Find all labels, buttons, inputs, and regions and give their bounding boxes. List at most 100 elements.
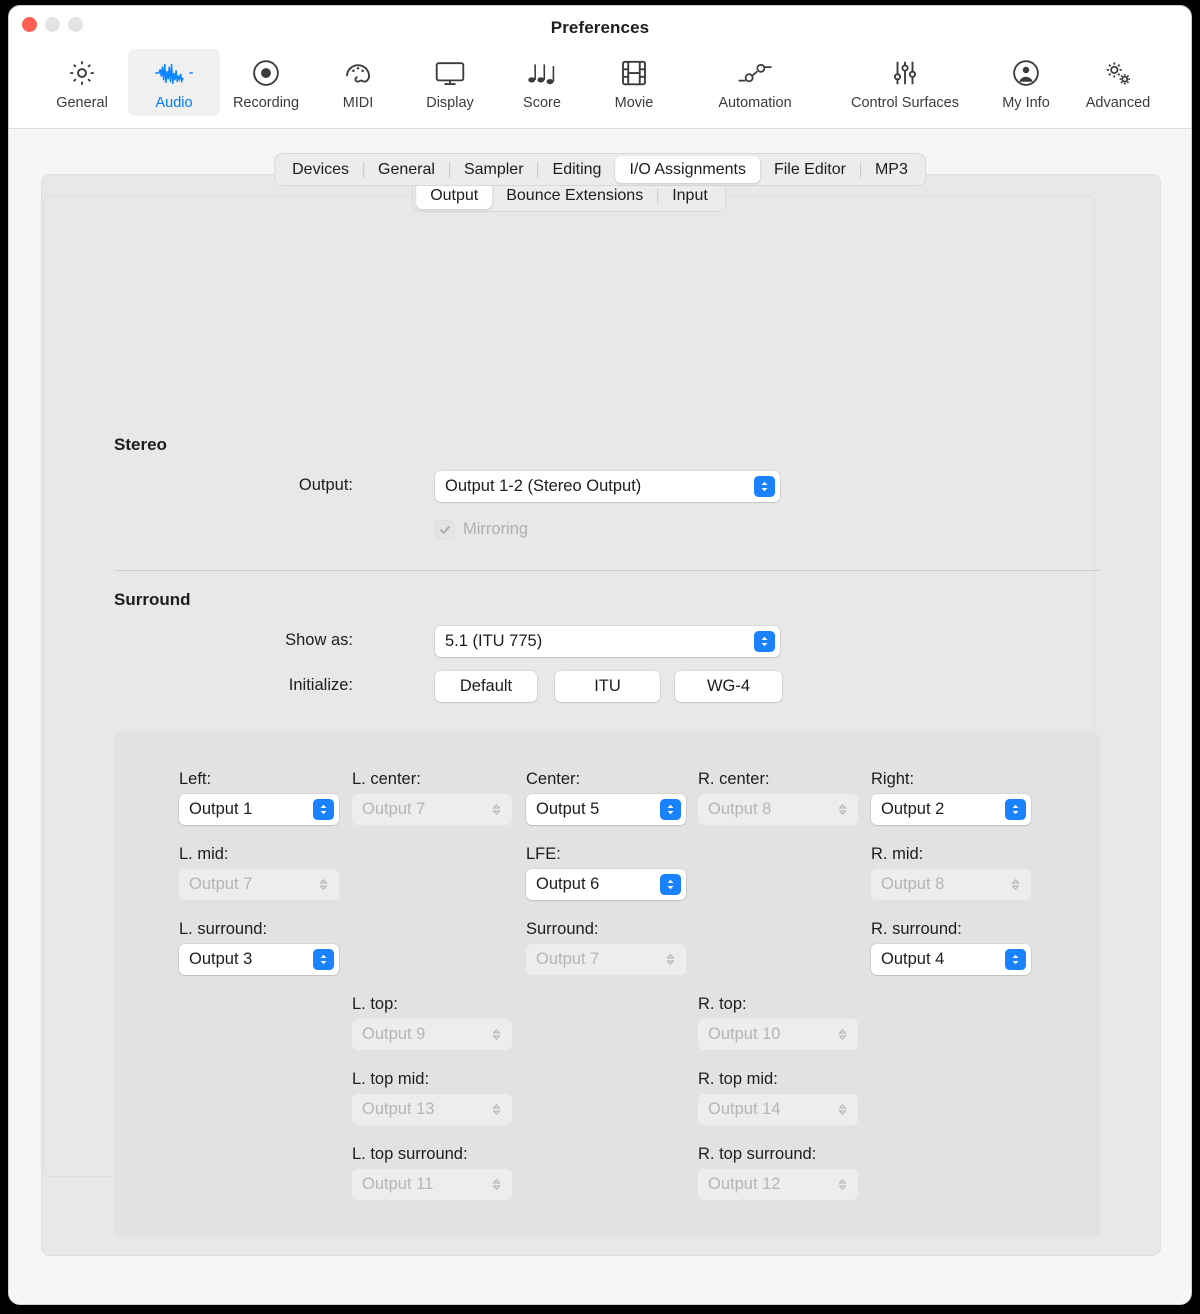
stepper-arrows-icon[interactable] xyxy=(660,874,681,895)
channel-r-top-surround-select: Output 12 xyxy=(698,1169,858,1200)
stepper-arrows-icon[interactable] xyxy=(660,799,681,820)
stepper-arrows-icon xyxy=(832,1099,853,1120)
tab-sampler[interactable]: Sampler xyxy=(450,156,538,183)
initialize-wg4-button[interactable]: WG-4 xyxy=(675,671,782,702)
channel-right: Right: Output 2 xyxy=(871,770,1031,825)
toolbar-item-label: Automation xyxy=(718,95,792,111)
channel-value: Output 5 xyxy=(536,800,600,818)
stepper-arrows-icon[interactable] xyxy=(313,949,334,970)
toolbar-item-general[interactable]: General xyxy=(36,49,128,116)
toolbar-item-audio[interactable]: Audio xyxy=(128,49,220,116)
channel-r-top: R. top: Output 10 xyxy=(698,995,858,1050)
section-divider xyxy=(114,570,1100,571)
preferences-window: Preferences General Audio Recording MIDI… xyxy=(8,5,1192,1305)
tab-general[interactable]: General xyxy=(364,156,449,183)
filmstrip-icon xyxy=(620,56,648,90)
stepper-arrows-icon[interactable] xyxy=(1005,799,1026,820)
channel-label: R. surround: xyxy=(871,920,962,938)
mirroring-checkbox[interactable] xyxy=(436,520,454,539)
channel-center: Center: Output 5 xyxy=(526,770,686,825)
show-as-value: 5.1 (ITU 775) xyxy=(445,632,543,650)
channel-l-top-select: Output 9 xyxy=(352,1019,512,1050)
channel-l-top-mid-select: Output 13 xyxy=(352,1094,512,1125)
channel-value: Output 7 xyxy=(536,950,600,968)
mirroring-label: Mirroring xyxy=(463,520,529,538)
channel-r-surround-select[interactable]: Output 4 xyxy=(871,944,1031,975)
stereo-heading: Stereo xyxy=(114,435,167,454)
toolbar-item-label: Score xyxy=(523,95,561,111)
preferences-toolbar: General Audio Recording MIDI Display Sco… xyxy=(9,49,1191,116)
toolbar-item-advanced[interactable]: Advanced xyxy=(1072,49,1164,116)
show-as-label: Show as: xyxy=(285,631,353,649)
subtab-output[interactable]: Output xyxy=(416,182,493,209)
channel-label: L. top mid: xyxy=(352,1070,430,1088)
channel-right-select[interactable]: Output 2 xyxy=(871,794,1031,825)
channel-surround: Surround: Output 7 xyxy=(526,920,686,975)
stepper-arrows-icon xyxy=(660,949,681,970)
toolbar-item-label: Recording xyxy=(232,95,300,111)
channel-value: Output 10 xyxy=(708,1025,781,1043)
channel-r-top-select: Output 10 xyxy=(698,1019,858,1050)
channel-l-top-mid: L. top mid: Output 13 xyxy=(352,1070,512,1125)
mirroring-checkbox-row[interactable]: Mirroring xyxy=(436,520,528,539)
channel-r-mid: R. mid: Output 8 xyxy=(871,845,1031,900)
surround-channel-grid: Left: Output 1 L. center: Output 7 Cente… xyxy=(114,732,1100,1239)
channel-left-select[interactable]: Output 1 xyxy=(179,794,339,825)
tab-devices[interactable]: Devices xyxy=(278,156,363,183)
toolbar-item-display[interactable]: Display xyxy=(404,49,496,116)
toolbar-item-label: Advanced xyxy=(1085,95,1151,111)
stepper-arrows-icon xyxy=(486,1174,507,1195)
toolbar-item-automation[interactable]: Automation xyxy=(680,49,830,116)
channel-l-surround-select[interactable]: Output 3 xyxy=(179,944,339,975)
initialize-default-button[interactable]: Default xyxy=(435,671,537,702)
toolbar-item-label: Display xyxy=(426,95,474,111)
toolbar-item-label: MIDI xyxy=(342,95,374,111)
stereo-output-label: Output: xyxy=(298,476,353,494)
toolbar-item-midi[interactable]: MIDI xyxy=(312,49,404,116)
initialize-itu-button[interactable]: ITU xyxy=(555,671,660,702)
channel-label: R. top surround: xyxy=(698,1145,817,1163)
channel-label: Surround: xyxy=(526,920,599,938)
tab-file-editor[interactable]: File Editor xyxy=(760,156,860,183)
toolbar-item-label: My Info xyxy=(1002,95,1050,111)
stereo-output-value: Output 1-2 (Stereo Output) xyxy=(445,477,642,495)
double-gear-icon xyxy=(1102,56,1134,90)
gear-icon xyxy=(67,56,97,90)
channel-value: Output 2 xyxy=(881,800,945,818)
stepper-arrows-icon[interactable] xyxy=(754,476,775,497)
channel-l-mid: L. mid: Output 7 xyxy=(179,845,339,900)
stepper-arrows-icon xyxy=(486,1099,507,1120)
channel-value: Output 9 xyxy=(362,1025,426,1043)
toolbar-item-recording[interactable]: Recording xyxy=(220,49,312,116)
music-notes-icon xyxy=(526,56,558,90)
subtab-bounce-extensions[interactable]: Bounce Extensions xyxy=(492,182,657,209)
channel-label: R. top: xyxy=(698,995,747,1013)
channel-label: R. top mid: xyxy=(698,1070,778,1088)
toolbar-item-my-info[interactable]: My Info xyxy=(980,49,1072,116)
channel-l-top: L. top: Output 9 xyxy=(352,995,512,1050)
channel-r-top-mid: R. top mid: Output 14 xyxy=(698,1070,858,1125)
initialize-label: Initialize: xyxy=(288,676,353,694)
channel-value: Output 7 xyxy=(189,875,253,893)
tab-io-assignments[interactable]: I/O Assignments xyxy=(615,156,760,183)
toolbar-item-control-surfaces[interactable]: Control Surfaces xyxy=(830,49,980,116)
subtab-input[interactable]: Input xyxy=(658,182,722,209)
toolbar-item-label: Movie xyxy=(614,95,654,111)
toolbar-item-score[interactable]: Score xyxy=(496,49,588,116)
stepper-arrows-icon[interactable] xyxy=(313,799,334,820)
toolbar-item-movie[interactable]: Movie xyxy=(588,49,680,116)
waveform-icon xyxy=(154,56,194,90)
channel-r-mid-select: Output 8 xyxy=(871,869,1031,900)
channel-center-select[interactable]: Output 5 xyxy=(526,794,686,825)
channel-l-mid-select: Output 7 xyxy=(179,869,339,900)
stereo-output-select[interactable]: Output 1-2 (Stereo Output) xyxy=(435,471,780,502)
tab-mp3[interactable]: MP3 xyxy=(861,156,922,183)
channel-l-center: L. center: Output 7 xyxy=(352,770,512,825)
show-as-select[interactable]: 5.1 (ITU 775) xyxy=(435,626,780,657)
stepper-arrows-icon[interactable] xyxy=(754,631,775,652)
tab-editing[interactable]: Editing xyxy=(539,156,616,183)
channel-lfe-select[interactable]: Output 6 xyxy=(526,869,686,900)
channel-value: Output 1 xyxy=(189,800,253,818)
channel-value: Output 12 xyxy=(708,1175,781,1193)
stepper-arrows-icon[interactable] xyxy=(1005,949,1026,970)
